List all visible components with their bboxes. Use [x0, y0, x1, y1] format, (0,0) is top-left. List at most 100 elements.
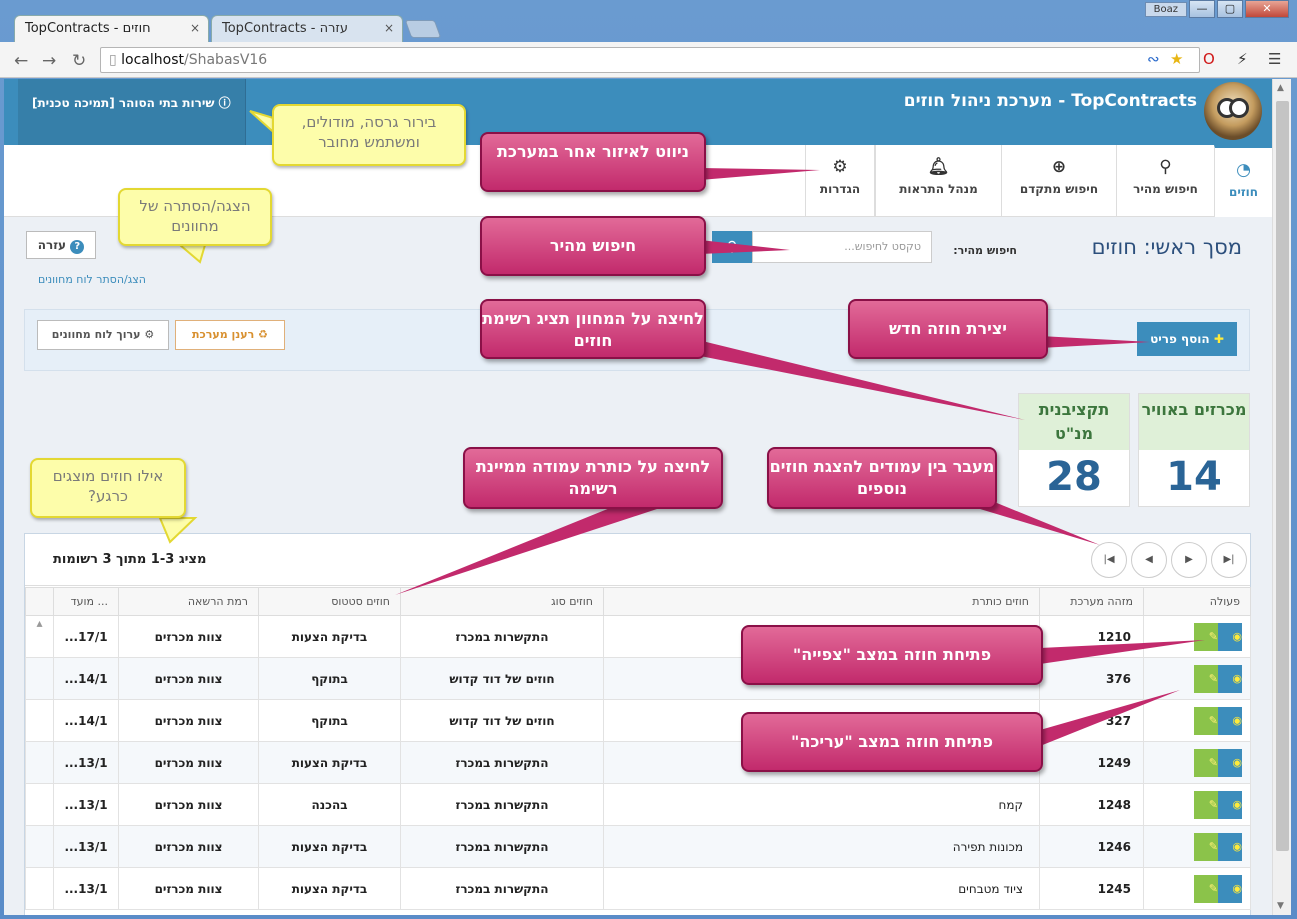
widget-count: 28	[1046, 454, 1102, 500]
maximize-button[interactable]: ▢	[1217, 0, 1243, 18]
col-permission[interactable]: רמת הרשאה	[118, 587, 259, 616]
widget-count: 14	[1166, 454, 1222, 500]
edit-contract-icon[interactable]: ✎	[1194, 832, 1218, 861]
refresh-label: רענן מערכת	[192, 328, 255, 341]
reload-icon[interactable]: ↻	[72, 51, 86, 71]
extension-icon[interactable]: ∾	[1147, 50, 1160, 68]
action-cell: ✎ ◉	[1143, 867, 1251, 910]
list-count: מציג 1-3 מתוך 3 רשומות	[53, 552, 207, 567]
tab-contracts-nav[interactable]: ◔ חוזים	[1214, 145, 1272, 217]
id-cell: 1210	[1039, 615, 1144, 658]
col-title[interactable]: חוזים כותרת	[603, 587, 1040, 616]
col-action[interactable]: פעולה	[1143, 587, 1251, 616]
tab-settings[interactable]: ⚙ הגדרות	[805, 145, 875, 217]
col-status[interactable]: חוזים סטטוס	[258, 587, 401, 616]
col-type[interactable]: חוזים סוג	[400, 587, 604, 616]
tab-advanced-search[interactable]: ⊕ חיפוש מתקדם	[1001, 145, 1116, 217]
contracts-table: מועד ... רמת הרשאה חוזים סטטוס חוזים סוג…	[25, 587, 1251, 910]
recycle-icon: ♻	[254, 328, 268, 341]
page-scrollbar[interactable]: ▲ ▼	[1272, 79, 1291, 915]
permission-cell: צוות מכרזים	[118, 825, 259, 868]
status-cell: בדיקת הצעות	[258, 867, 401, 910]
scroll-down-icon[interactable]: ▼	[1277, 901, 1284, 911]
toggle-dashboard-link[interactable]: הצג/הסתר לוח מחוונים	[38, 273, 146, 286]
edit-contract-icon[interactable]: ✎	[1194, 874, 1218, 903]
view-contract-icon[interactable]: ◉	[1218, 706, 1242, 735]
address-bar[interactable]: ▯ localhost/ShabasV16	[100, 47, 1200, 73]
action-cell: ✎ ◉	[1143, 699, 1251, 742]
help-button[interactable]: ? עזרה	[26, 231, 96, 259]
edit-contract-icon[interactable]: ✎	[1194, 706, 1218, 735]
edit-dashboard-label: ערוך לוח מחוונים	[51, 328, 141, 341]
table-row[interactable]: 13/1... צוות מכרזים בהכנה התקשרות במכרז קמח 1…	[25, 783, 1251, 826]
table-row[interactable]: 13/1... צוות מכרזים בדיקת הצעות התקשרות במכ…	[25, 867, 1251, 910]
star-icon[interactable]: ★	[1170, 50, 1183, 68]
table-row[interactable]: ▴ 17/1... צוות מכרזים בדיקת הצעות התקשרות במ…	[25, 615, 1251, 658]
flash-icon[interactable]: ⚡	[1237, 50, 1248, 68]
permission-cell: צוות מכרזים	[118, 699, 259, 742]
edit-contract-icon[interactable]: ✎	[1194, 664, 1218, 693]
widget-budget[interactable]: תקציבנית מנ"ט 28	[1018, 393, 1130, 507]
support-link[interactable]: ⓘ שירות בתי הסוהר [תמיכה טכנית]	[18, 79, 246, 145]
scroll-cell: ▴	[25, 615, 54, 658]
tab-alerts-manager[interactable]: 🔔︎ מנהל התראות	[875, 145, 1001, 217]
id-cell: 376	[1039, 657, 1144, 700]
quick-search-input[interactable]: טקסט לחיפוש...	[752, 231, 932, 263]
tab-contracts[interactable]: TopContracts - חוזים ×	[14, 15, 209, 42]
last-page-icon[interactable]: ▶|	[1211, 542, 1247, 578]
tab-help[interactable]: TopContracts - עזרה ×	[211, 15, 403, 42]
col-id[interactable]: מזהה מערכת	[1039, 587, 1144, 616]
close-icon[interactable]: ×	[384, 21, 394, 35]
nav-label: הגדרות	[819, 182, 861, 196]
gear-icon: ⚙	[832, 157, 848, 177]
widget-tenders[interactable]: מכרזים באוויר 14	[1138, 393, 1250, 507]
view-contract-icon[interactable]: ◉	[1218, 622, 1242, 651]
callout-sort-column: לחיצה על כותרת עמודה ממיינת רשימה	[463, 447, 723, 509]
view-contract-icon[interactable]: ◉	[1218, 874, 1242, 903]
type-cell: התקשרות במכרז	[400, 615, 604, 658]
view-contract-icon[interactable]: ◉	[1218, 664, 1242, 693]
profile-button[interactable]: Boaz	[1144, 2, 1187, 17]
prev-page-icon[interactable]: ◀	[1131, 542, 1167, 578]
close-window-button[interactable]: ✕	[1245, 0, 1289, 18]
minimize-button[interactable]: —	[1189, 0, 1215, 18]
next-page-icon[interactable]: ▶	[1171, 542, 1207, 578]
type-cell: התקשרות במכרז	[400, 825, 604, 868]
table-row[interactable]: 14/1... צוות מכרזים בתוקף חוזים של דוד קדוש…	[25, 657, 1251, 700]
table-row[interactable]: 13/1... צוות מכרזים בדיקת הצעות התקשרות במכ…	[25, 741, 1251, 784]
edit-contract-icon[interactable]: ✎	[1194, 748, 1218, 777]
first-page-icon[interactable]: |◀	[1091, 542, 1127, 578]
scroll-thumb[interactable]	[1276, 101, 1289, 851]
forward-icon[interactable]: →	[42, 51, 56, 71]
bell-icon: 🔔︎	[927, 157, 950, 177]
scroll-up-icon[interactable]: ▲	[1277, 83, 1284, 93]
opera-icon[interactable]: O	[1203, 50, 1215, 68]
table-row[interactable]: 14/1... צוות מכרזים בתוקף חוזים של דוד קדוש…	[25, 699, 1251, 742]
view-contract-icon[interactable]: ◉	[1218, 790, 1242, 819]
date-cell: 13/1...	[53, 867, 119, 910]
status-cell: בהכנה	[258, 783, 401, 826]
col-date[interactable]: מועד ...	[53, 587, 119, 616]
edit-contract-icon[interactable]: ✎	[1194, 790, 1218, 819]
refresh-system-button[interactable]: ♻ רענן מערכת	[175, 320, 285, 350]
view-contract-icon[interactable]: ◉	[1218, 748, 1242, 777]
widget-title: מכרזים באוויר	[1139, 394, 1249, 450]
status-cell: בדיקת הצעות	[258, 615, 401, 658]
tab-quick-search[interactable]: ⚲ חיפוש מהיר	[1116, 145, 1214, 217]
table-row[interactable]: 13/1... צוות מכרזים בדיקת הצעות התקשרות במכ…	[25, 825, 1251, 868]
type-cell: התקשרות במכרז	[400, 783, 604, 826]
callout-open-view: פתיחת חוזה במצב "צפייה"	[741, 625, 1043, 685]
menu-icon[interactable]: ☰	[1268, 50, 1281, 68]
quick-search-button[interactable]: ⚲	[712, 231, 752, 263]
edit-dashboard-button[interactable]: ⚙ ערוך לוח מחוונים	[37, 320, 169, 350]
add-item-button[interactable]: ✚ הוסף פריט	[1137, 322, 1237, 356]
view-contract-icon[interactable]: ◉	[1218, 832, 1242, 861]
zoom-in-icon: ⊕	[1051, 157, 1067, 177]
new-tab-button[interactable]	[404, 20, 442, 38]
edit-contract-icon[interactable]: ✎	[1194, 622, 1218, 651]
tip-which-contracts: אילו חוזים מוצגים כרגע?	[30, 458, 186, 518]
close-icon[interactable]: ×	[190, 21, 200, 35]
id-cell: 1246	[1039, 825, 1144, 868]
callout-widget-click: לחיצה על המחוון תציג רשימת חוזים	[480, 299, 706, 359]
back-icon[interactable]: ←	[14, 51, 28, 71]
